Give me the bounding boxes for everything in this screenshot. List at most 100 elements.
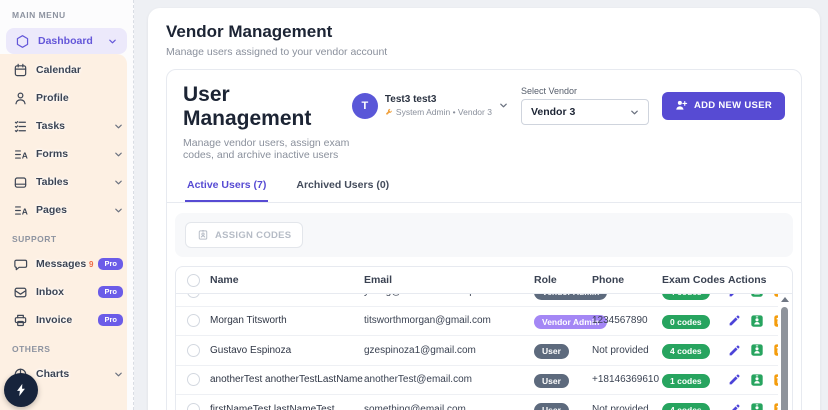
role-badge: User bbox=[534, 373, 569, 389]
page-title: Vendor Management bbox=[166, 22, 333, 41]
select-vendor-label: Select Vendor bbox=[520, 86, 578, 96]
sidebar-item-label: Pages bbox=[36, 204, 67, 216]
row-checkbox[interactable] bbox=[187, 314, 200, 328]
exam-codes-badge: 4 codes bbox=[662, 403, 710, 410]
exam-codes-badge: 1 codes bbox=[662, 373, 710, 389]
user-menu[interactable]: T Test3 test3 System Admin • Vendor 3 bbox=[351, 92, 508, 119]
sidebar-item-label: Invoice bbox=[36, 314, 73, 326]
sidebar-item-invoice[interactable]: Invoice Pro bbox=[0, 306, 133, 334]
sidebar-item-forms[interactable]: A Forms bbox=[0, 140, 133, 168]
dashboard-icon bbox=[14, 33, 30, 49]
chevron-down-icon bbox=[630, 108, 639, 117]
sidebar-item-inbox[interactable]: Inbox Pro bbox=[0, 278, 133, 306]
column-header-codes: Exam Codes bbox=[662, 274, 726, 286]
pro-badge: Pro bbox=[98, 286, 123, 298]
column-header-email: Email bbox=[364, 274, 393, 286]
sidebar-item-messages[interactable]: Messages 9 Pro bbox=[0, 250, 133, 278]
user-email-cell: gzespinoza1@gmail.com bbox=[364, 344, 476, 356]
edit-user-icon[interactable] bbox=[728, 294, 741, 298]
column-header-name: Name bbox=[210, 274, 239, 286]
scrollbar-thumb[interactable] bbox=[781, 307, 788, 410]
sidebar-item-profile[interactable]: Profile bbox=[0, 84, 133, 112]
row-checkbox[interactable] bbox=[187, 343, 200, 357]
table-row: anotherTest anotherTestLastName anotherT… bbox=[176, 365, 778, 395]
svg-text:A: A bbox=[21, 206, 27, 216]
badge-icon bbox=[197, 229, 209, 241]
user-name-cell: firstNameTest lastNameTest bbox=[210, 403, 335, 410]
row-checkbox[interactable] bbox=[187, 294, 200, 298]
add-new-user-button[interactable]: ADD NEW USER bbox=[661, 91, 785, 120]
column-header-role: Role bbox=[534, 274, 557, 286]
role-badge: User bbox=[534, 403, 569, 410]
select-all-checkbox[interactable] bbox=[187, 273, 200, 287]
column-header-actions: Actions bbox=[728, 274, 767, 286]
page-subtitle: Manage users assigned to your vendor acc… bbox=[166, 46, 388, 58]
sidebar-item-label: Calendar bbox=[36, 64, 81, 76]
tabs: Active Users (7) Archived Users (0) bbox=[167, 169, 801, 203]
lightning-bolt-icon bbox=[14, 383, 28, 397]
assign-codes-icon[interactable] bbox=[750, 373, 764, 387]
sidebar-item-dashboard[interactable]: Dashboard bbox=[6, 28, 127, 54]
wrench-icon bbox=[385, 108, 393, 116]
user-email-cell: anotherTest@email.com bbox=[364, 374, 472, 386]
chevron-down-icon bbox=[114, 122, 123, 131]
sidebar-item-tables[interactable]: Tables bbox=[0, 168, 133, 196]
row-checkbox[interactable] bbox=[187, 373, 200, 387]
sidebar-item-label: Dashboard bbox=[38, 35, 93, 47]
edit-user-icon[interactable] bbox=[728, 403, 741, 410]
assign-codes-icon[interactable] bbox=[750, 343, 764, 357]
sidebar-item-label: Tasks bbox=[36, 120, 65, 132]
user-email-cell: something@email.com bbox=[364, 403, 466, 410]
vendor-select[interactable]: Vendor 3 bbox=[520, 99, 649, 125]
user-phone-cell: 1234567890 bbox=[592, 315, 648, 327]
table-scrollbar[interactable] bbox=[778, 295, 791, 410]
panel-subtitle: Manage vendor users, assign exam codes, … bbox=[183, 137, 350, 161]
assign-codes-icon[interactable] bbox=[750, 314, 764, 328]
row-checkbox[interactable] bbox=[187, 402, 200, 410]
assign-codes-icon[interactable] bbox=[750, 294, 764, 298]
edit-user-icon[interactable] bbox=[728, 314, 741, 327]
panel-title: User Management bbox=[183, 83, 312, 130]
scroll-up-arrow-icon[interactable] bbox=[780, 297, 789, 302]
sidebar-item-label: Inbox bbox=[36, 286, 64, 298]
user-phone-cell: Not provided bbox=[592, 403, 649, 410]
edit-user-icon[interactable] bbox=[728, 373, 741, 386]
tab-active-users[interactable]: Active Users (7) bbox=[185, 171, 269, 202]
quick-settings-button[interactable] bbox=[4, 373, 38, 407]
invoice-icon bbox=[12, 312, 28, 328]
vendor-select-value: Vendor 3 bbox=[530, 106, 576, 118]
sidebar-item-label: Charts bbox=[36, 368, 70, 380]
user-phone-cell: Not provided bbox=[592, 344, 649, 356]
panel-header: User Management Manage vendor users, ass… bbox=[167, 70, 801, 169]
chevron-down-icon bbox=[114, 370, 123, 379]
chevron-down-icon bbox=[114, 150, 123, 159]
sidebar-item-tasks[interactable]: Tasks bbox=[0, 112, 133, 140]
sidebar-item-calendar[interactable]: Calendar bbox=[0, 56, 133, 84]
table-header-row: Name Email Role Phone Exam Codes Actions bbox=[176, 267, 792, 294]
sidebar-item-pages[interactable]: A Pages bbox=[0, 196, 133, 224]
table-toolbar: ASSIGN CODES bbox=[175, 213, 793, 257]
assign-codes-icon[interactable] bbox=[750, 402, 764, 410]
user-name: Test3 test3 bbox=[384, 93, 437, 105]
column-header-phone: Phone bbox=[592, 274, 625, 286]
messages-icon bbox=[12, 256, 28, 272]
user-name-cell: Morgan Titsworth bbox=[210, 315, 287, 327]
chevron-down-icon bbox=[114, 206, 123, 215]
tab-archived-users[interactable]: Archived Users (0) bbox=[294, 171, 391, 202]
sidebar-support-list: Messages 9 Pro Inbox Pro Invoice Pro bbox=[0, 250, 133, 334]
edit-user-icon[interactable] bbox=[728, 344, 741, 357]
pro-badge: Pro bbox=[98, 314, 123, 326]
assign-codes-button[interactable]: ASSIGN CODES bbox=[185, 222, 304, 248]
user-phone-cell: +18146369610 bbox=[592, 374, 660, 386]
user-phone-cell: +18146369610 bbox=[592, 294, 662, 297]
table-row: firstNameTest lastNameTest something@ema… bbox=[176, 395, 778, 410]
main-content: Vendor Management Manage users assigned … bbox=[135, 0, 828, 410]
avatar: T bbox=[351, 92, 378, 119]
person-add-icon bbox=[675, 99, 688, 112]
user-email-cell: titsworthmorgan@gmail.com bbox=[364, 315, 491, 327]
user-management-panel: User Management Manage vendor users, ass… bbox=[166, 69, 802, 410]
user-name-cell: Joshua Adams bbox=[210, 294, 364, 297]
unread-count-badge: 9 bbox=[89, 259, 94, 269]
exam-codes-badge: 0 codes bbox=[662, 314, 710, 330]
sidebar-section-others: OTHERS bbox=[12, 344, 51, 354]
